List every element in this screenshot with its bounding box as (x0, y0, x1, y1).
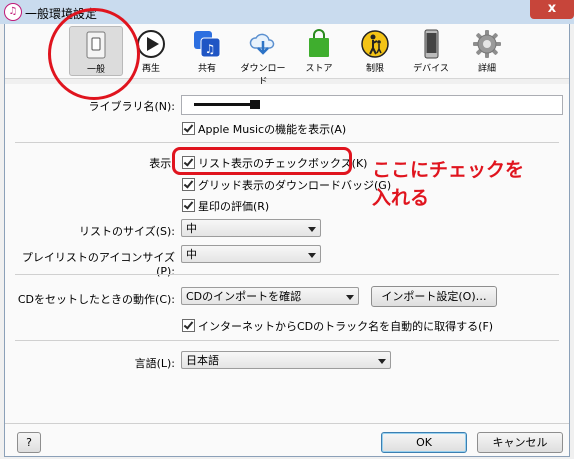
advanced-gear-icon (473, 30, 501, 58)
help-button[interactable]: ? (17, 432, 41, 453)
preferences-content: ライブラリ名(N): Apple Musicの機能を表示(A) 表示: リスト表… (5, 84, 569, 456)
store-bag-icon (309, 29, 329, 57)
svg-text:♫: ♫ (205, 42, 216, 56)
cd-insert-select[interactable]: CDのインポートを確認 (181, 287, 359, 305)
language-value: 日本語 (186, 354, 219, 367)
parental-restriction-icon (361, 30, 389, 58)
import-settings-button[interactable]: インポート設定(O)… (371, 286, 497, 307)
tab-label: 制限 (365, 64, 384, 74)
library-name-scribble (194, 103, 258, 106)
checkbox-box[interactable] (182, 122, 195, 135)
tab-label: 詳細 (477, 64, 496, 74)
tab-devices[interactable]: デバイス (405, 26, 457, 74)
checkbox-box[interactable] (182, 199, 195, 212)
ok-button[interactable]: OK (381, 432, 467, 453)
close-button[interactable]: x (530, 0, 574, 19)
star-rating-checkbox[interactable]: 星印の評価(R) (182, 198, 269, 214)
checkbox-box[interactable] (182, 319, 195, 332)
play-icon (137, 30, 165, 58)
chevron-down-icon (308, 227, 316, 232)
annotation-rect-list-checkbox (172, 147, 352, 175)
list-size-value: 中 (186, 222, 197, 235)
itunes-app-icon: ♫ (4, 3, 22, 21)
cloud-download-icon (249, 33, 275, 55)
divider (5, 423, 569, 424)
tab-label: ストア (305, 64, 333, 74)
library-name-field[interactable] (181, 95, 563, 115)
tab-label: デバイス (413, 64, 449, 74)
display-label: 表示: (149, 157, 175, 170)
list-size-select[interactable]: 中 (181, 219, 321, 237)
apple-music-label: Apple Musicの機能を表示(A) (198, 123, 347, 136)
tab-sharing[interactable]: ♫ 共有 (181, 26, 233, 74)
cancel-button[interactable]: キャンセル (477, 432, 563, 453)
language-select[interactable]: 日本語 (181, 351, 391, 369)
divider (15, 274, 559, 275)
annotation-text-line2: 入れる (372, 187, 430, 209)
star-rating-label: 星印の評価(R) (198, 200, 270, 213)
chevron-down-icon (308, 253, 316, 258)
chevron-down-icon (346, 295, 354, 300)
tab-label: 共有 (197, 64, 216, 74)
chevron-down-icon (378, 359, 386, 364)
annotation-circle-general-tab (48, 8, 140, 100)
divider (15, 142, 559, 143)
cd-insert-value: CDのインポートを確認 (186, 290, 302, 303)
tab-advanced[interactable]: 詳細 (461, 26, 513, 74)
library-name-block (250, 100, 260, 109)
cd-insert-label: CDをセットしたときの動作(C): (17, 293, 175, 306)
list-size-label: リストのサイズ(S): (79, 225, 175, 238)
language-label: 言語(L): (134, 357, 175, 370)
playlist-icon-size-value: 中 (186, 248, 197, 261)
tab-restrictions[interactable]: 制限 (349, 26, 401, 74)
apple-music-checkbox[interactable]: Apple Musicの機能を表示(A) (182, 121, 346, 137)
grid-download-badge-label: グリッド表示のダウンロードバッジ(G) (198, 179, 392, 192)
device-phone-icon (424, 29, 439, 59)
annotation-text-line1: ここにチェックを (372, 159, 525, 181)
auto-track-names-label: インターネットからCDのトラック名を自動的に取得する(F) (198, 320, 494, 333)
grid-download-badge-checkbox[interactable]: グリッド表示のダウンロードバッジ(G) (182, 177, 391, 193)
divider (15, 340, 559, 341)
library-name-label: ライブラリ名(N): (88, 100, 175, 113)
tab-store[interactable]: ストア (293, 26, 345, 74)
playlist-icon-size-select[interactable]: 中 (181, 245, 321, 263)
sharing-music-icon: ♫ (194, 31, 221, 58)
tab-download[interactable]: ダウンロード (237, 26, 289, 87)
checkbox-box[interactable] (182, 178, 195, 191)
auto-track-names-checkbox[interactable]: インターネットからCDのトラック名を自動的に取得する(F) (182, 318, 493, 334)
